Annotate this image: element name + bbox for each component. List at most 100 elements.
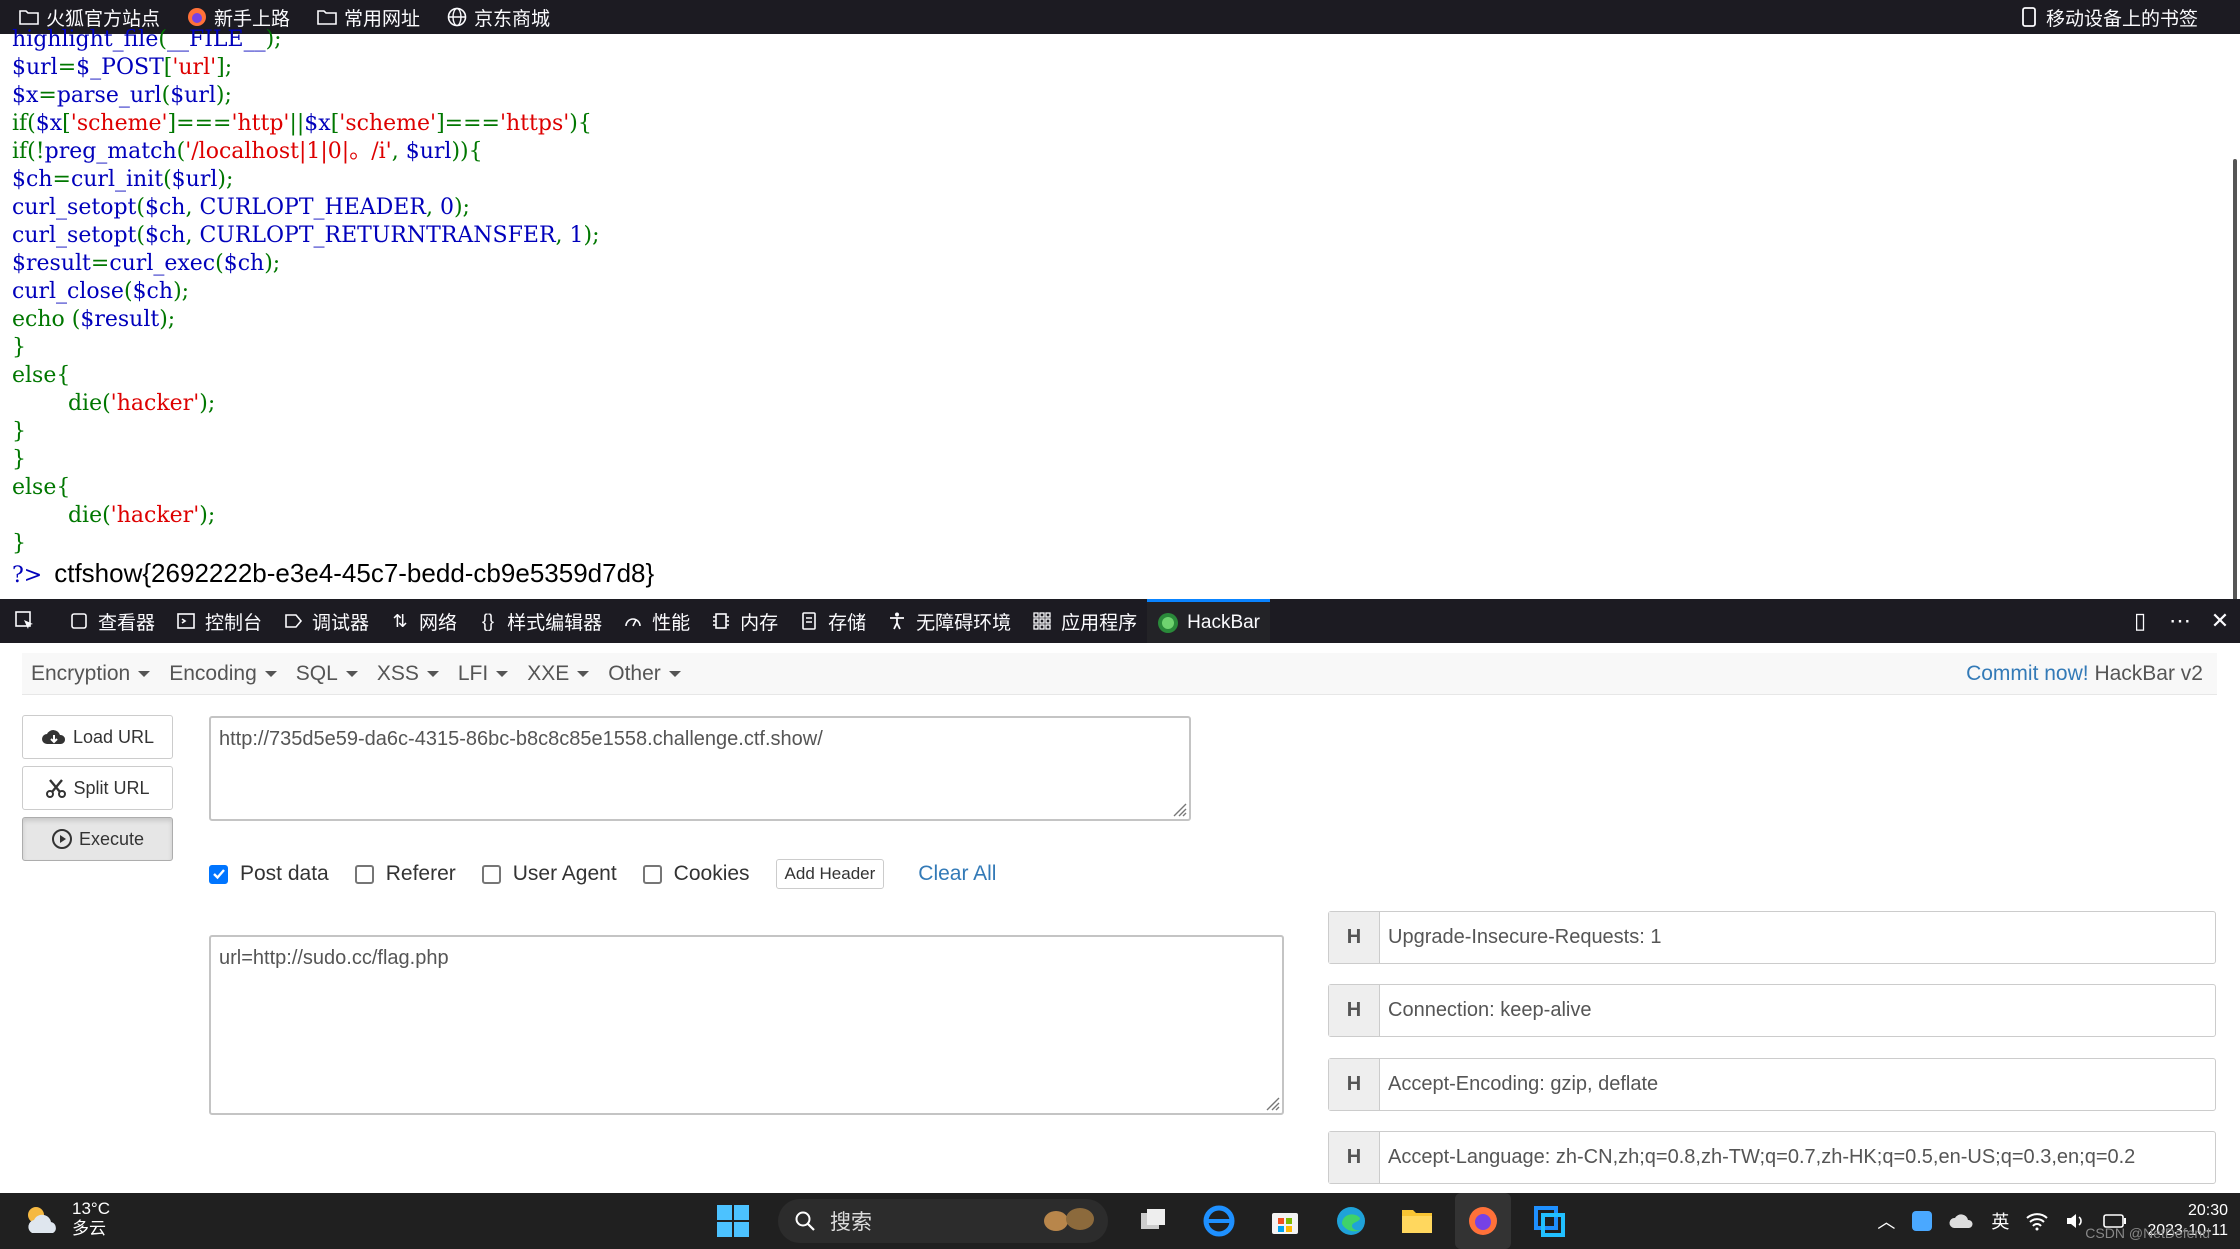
file-explorer-icon[interactable] <box>1389 1193 1445 1249</box>
header-badge[interactable]: H <box>1329 1059 1380 1110</box>
code-token: ); <box>265 27 282 52</box>
header-row[interactable]: H Accept-Language: zh-CN,zh;q=0.8,zh-TW;… <box>1328 1131 2216 1184</box>
code-token: $url <box>405 139 452 164</box>
page-scrollbar[interactable] <box>2228 34 2240 624</box>
caret-down-icon <box>496 670 509 677</box>
menu-sql[interactable]: SQL <box>296 662 358 686</box>
code-line: if($x['scheme']==='http'||$x['scheme']==… <box>12 110 2212 138</box>
post-body-value: url=http://sudo.cc/flag.php <box>219 947 449 969</box>
header-badge[interactable]: H <box>1329 985 1380 1036</box>
close-icon[interactable]: ✕ <box>2200 608 2240 634</box>
code-token: ( <box>136 195 145 220</box>
onedrive-icon[interactable] <box>1949 1212 1975 1230</box>
tab-console[interactable]: 控制台 <box>165 599 272 643</box>
menu-xxe[interactable]: XXE <box>527 661 590 686</box>
code-token: } <box>12 419 26 444</box>
split-url-button[interactable]: Split URL <box>22 766 173 810</box>
menu-lfi[interactable]: LFI <box>457 661 509 686</box>
code-token: = <box>38 83 57 108</box>
code-line: die('hacker'); <box>12 502 2212 530</box>
hackbar-commit: Commit now! HackBar v2 <box>1966 653 2203 695</box>
tab-network[interactable]: ⇅ 网络 <box>379 599 467 643</box>
code-token: [ <box>330 111 340 136</box>
dock-icon[interactable]: ▯ <box>2120 608 2160 634</box>
volume-icon[interactable] <box>2065 1211 2087 1231</box>
caret-down-icon <box>426 670 439 677</box>
code-token: $ch <box>144 223 186 248</box>
taskbar-search[interactable]: 搜索 <box>778 1199 1108 1243</box>
menu-label: LFI <box>457 661 489 685</box>
checkbox-checked-icon <box>209 864 228 884</box>
menu-label: XXE <box>527 661 570 685</box>
clear-all-link[interactable]: Clear All <box>918 862 996 886</box>
task-view-icon[interactable] <box>1125 1193 1181 1249</box>
tab-accessibility[interactable]: 无障碍环境 <box>876 599 1021 643</box>
clock-time: 20:30 <box>2187 1202 2228 1219</box>
tab-hackbar[interactable]: HackBar <box>1147 599 1271 643</box>
url-input[interactable]: http://735d5e59-da6c-4315-86bc-b8c8c85e1… <box>209 716 1191 821</box>
checkbox-empty-icon <box>481 864 501 884</box>
checkbox-label: Post data <box>240 862 329 885</box>
windows-logo-icon <box>717 1205 749 1237</box>
wifi-icon[interactable] <box>2025 1211 2049 1231</box>
menu-encoding[interactable]: Encoding <box>169 662 277 686</box>
code-token: , <box>555 223 570 248</box>
code-token: 'https' <box>499 111 570 136</box>
header-row[interactable]: H Connection: keep-alive <box>1328 984 2216 1037</box>
post-body-input[interactable]: url=http://sudo.cc/flag.php <box>209 935 1284 1115</box>
hackbar-menu: Encryption Encoding SQL XSS LFI XXE Othe… <box>22 653 2217 695</box>
menu-xss[interactable]: XSS <box>377 662 439 686</box>
commit-link[interactable]: Commit now! <box>1966 662 2089 686</box>
grid-icon <box>1031 610 1053 632</box>
scrollbar-thumb[interactable] <box>2233 159 2237 624</box>
header-badge[interactable]: H <box>1329 1132 1380 1183</box>
code-token: = <box>52 167 71 192</box>
header-row[interactable]: H Upgrade-Insecure-Requests: 1 <box>1328 911 2216 964</box>
tab-inspector[interactable]: 查看器 <box>58 599 165 643</box>
code-line: curl_close($ch); <box>12 278 2212 306</box>
request-options: Post data Referer User Agent Cookies Add… <box>209 856 996 892</box>
resize-grip-icon[interactable] <box>1262 1093 1280 1111</box>
ime-indicator[interactable]: 英 <box>1991 1208 2009 1234</box>
code-token: } <box>12 531 26 556</box>
app-icon[interactable] <box>1521 1193 1577 1249</box>
code-token: else{ <box>12 363 71 388</box>
microsoft-store-icon[interactable] <box>1257 1193 1313 1249</box>
execute-button[interactable]: Execute <box>22 817 173 861</box>
watermark: CSDN @NetDefend <box>2085 1225 2210 1241</box>
edge-icon[interactable] <box>1323 1193 1379 1249</box>
code-token: die( <box>12 503 111 528</box>
menu-other[interactable]: Other <box>608 662 681 686</box>
firefox-taskbar-icon[interactable] <box>1455 1193 1511 1249</box>
tab-debugger[interactable]: 调试器 <box>272 599 379 643</box>
code-token: [ <box>62 111 71 136</box>
resize-grip-icon[interactable] <box>1169 799 1187 817</box>
header-value: Accept-Encoding: gzip, deflate <box>1388 1073 1659 1095</box>
code-token: } <box>12 447 26 472</box>
referer-checkbox[interactable]: Referer <box>354 862 456 886</box>
tab-performance[interactable]: 性能 <box>612 599 700 643</box>
start-button[interactable] <box>705 1193 761 1249</box>
weather-widget[interactable]: 13°C 多云 <box>22 1199 110 1239</box>
menu-encryption[interactable]: Encryption <box>31 662 151 686</box>
cookies-checkbox[interactable]: Cookies <box>642 862 750 886</box>
tray-app-icon[interactable] <box>1911 1210 1933 1232</box>
tab-storage[interactable]: 存储 <box>788 599 876 643</box>
search-highlight-icon <box>1038 1201 1098 1241</box>
load-url-button[interactable]: Load URL <box>22 715 173 759</box>
gauge-icon <box>622 610 644 632</box>
chevron-up-icon[interactable]: ︿ <box>1877 1208 1895 1234</box>
element-picker[interactable] <box>0 599 58 643</box>
code-token: curl_exec <box>109 251 216 276</box>
header-badge[interactable]: H <box>1329 912 1380 963</box>
post-data-checkbox[interactable]: Post data <box>209 862 329 886</box>
tab-memory[interactable]: 内存 <box>700 599 788 643</box>
header-row[interactable]: H Accept-Encoding: gzip, deflate <box>1328 1058 2216 1111</box>
ie-icon[interactable] <box>1191 1193 1247 1249</box>
add-header-button[interactable]: Add Header <box>775 859 885 889</box>
tab-label: 性能 <box>652 612 691 634</box>
more-options-icon[interactable]: ⋯ <box>2160 608 2200 634</box>
user-agent-checkbox[interactable]: User Agent <box>481 862 617 886</box>
tab-style-editor[interactable]: {} 样式编辑器 <box>467 599 612 643</box>
tab-application[interactable]: 应用程序 <box>1021 599 1147 643</box>
